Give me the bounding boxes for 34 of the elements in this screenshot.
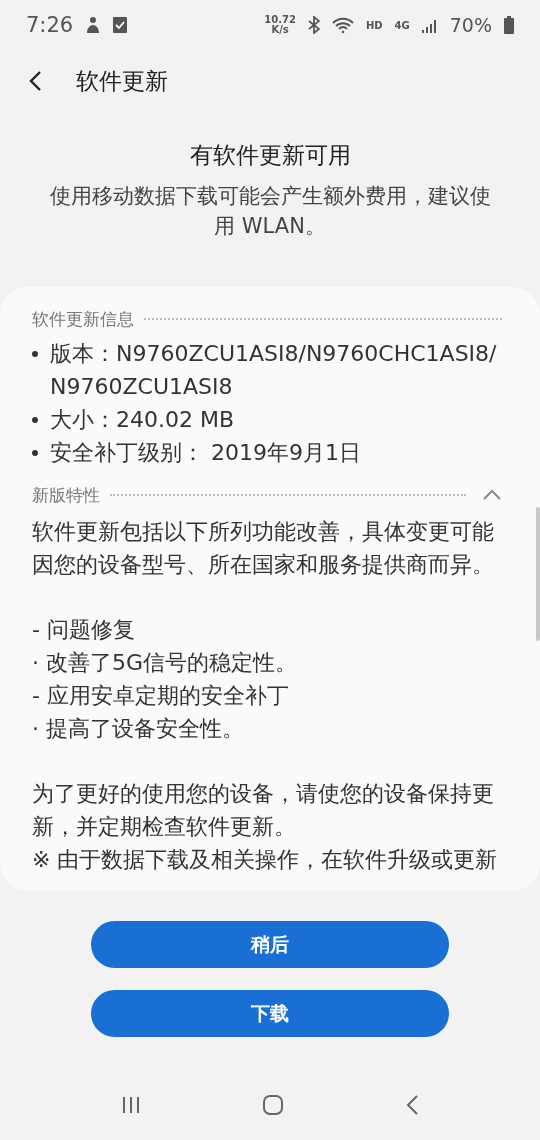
- section-title: 软件更新信息: [32, 307, 134, 331]
- info-item: 大小：240.02 MB: [50, 406, 235, 434]
- notice-message: 使用移动数据下载可能会产生额外费用，建议使用 WLAN。: [48, 183, 492, 240]
- feature-text: 软件更新包括以下所列功能改善，具体变更可能因您的设备型号、所在国家和服务提供商而异。: [32, 518, 495, 579]
- page-title: 软件更新: [76, 66, 168, 96]
- feature-text: 为了更好的使用您的设备，请使您的设备保持更新，并定期检查软件更新。: [32, 780, 495, 841]
- info-item: 版本：N9760ZCU1ASI8/N9760CHC1ASI8/N9760ZCU1ASI8: [50, 340, 498, 401]
- network-type: 4G: [394, 19, 410, 31]
- wifi-icon: [331, 17, 354, 33]
- status-time: 7:26: [26, 13, 74, 37]
- bullet-icon: [32, 351, 38, 357]
- hd-label: HD: [365, 19, 383, 31]
- download-button[interactable]: 下载: [91, 990, 449, 1037]
- recent-apps-icon: [120, 1096, 141, 1114]
- battery-icon: [504, 16, 514, 34]
- chevron-icon: [482, 489, 502, 501]
- home-icon: [262, 1094, 284, 1116]
- bullet-icon: [32, 450, 38, 456]
- section-title: 新版特性: [32, 483, 100, 507]
- bullet-icon: [32, 417, 38, 423]
- battery-percent: 70%: [449, 14, 492, 36]
- network-speed: 10.72 K/s: [264, 15, 296, 35]
- feature-text: · 改善了5G信号的稳定性。: [32, 649, 299, 677]
- notice-title: 有软件更新可用: [189, 141, 351, 170]
- bluetooth-icon: [307, 16, 320, 34]
- signal-icon: [421, 17, 438, 33]
- feature-text: ※ 由于数据下载及相关操作，在软件升级或更新: [32, 846, 499, 874]
- later-button[interactable]: 稍后: [91, 921, 449, 968]
- checkbox-icon: [113, 17, 128, 33]
- feature-text: - 应用安卓定期的安全补丁: [32, 682, 290, 710]
- info-item: 安全补丁级别： 2019年9月1日: [50, 439, 361, 467]
- feature-text: · 提高了设备安全性。: [32, 715, 245, 743]
- feature-text: - 问题修复: [32, 616, 136, 644]
- notification-icon: [85, 16, 102, 34]
